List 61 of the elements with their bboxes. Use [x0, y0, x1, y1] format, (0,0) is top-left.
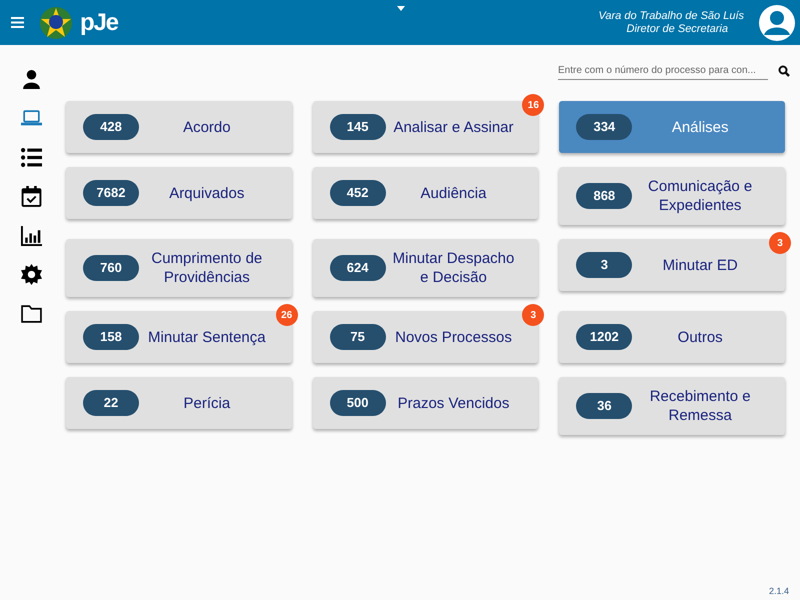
count-pill: 3: [576, 252, 632, 278]
card-label: Audiência: [420, 184, 488, 202]
person-icon[interactable]: [20, 69, 42, 90]
count-pill: 624: [330, 255, 386, 281]
emblem-drawing: [38, 4, 74, 40]
notification-badge: 26: [276, 304, 298, 326]
avatar-icon[interactable]: [758, 4, 796, 42]
search-field[interactable]: Entre com o número do processo para con...: [558, 62, 768, 80]
bar-chart-icon[interactable]: [20, 225, 42, 246]
count-pill: 75: [330, 324, 386, 350]
court-name: Vara do Trabalho de São Luís: [598, 10, 744, 22]
notification-badge: 3: [522, 304, 544, 326]
card-label: Minutar ED: [662, 256, 739, 274]
card-label: Análises: [670, 118, 730, 136]
category-card[interactable]: 1202 Outros: [559, 311, 785, 363]
category-card[interactable]: 624 Minutar Despacho e Decisão: [312, 239, 538, 297]
folder-icon[interactable]: [20, 303, 42, 324]
category-card[interactable]: 760 Cumprimento de Providências: [66, 239, 292, 297]
version-label: 2.1.4: [768, 584, 789, 598]
user-role: Diretor de Secretaria: [626, 22, 728, 36]
card-label: Acordo: [182, 118, 232, 136]
notification-badge: 3: [769, 232, 791, 254]
category-card[interactable]: 452 Audiência: [312, 167, 538, 219]
count-pill: 868: [576, 183, 632, 209]
count-pill: 428: [83, 114, 139, 140]
category-card[interactable]: 868 Comunicação e Expedientes: [559, 167, 785, 225]
category-card[interactable]: 428 Acordo: [66, 101, 292, 153]
card-label: Outros: [676, 328, 724, 346]
settings-icon[interactable]: [20, 264, 42, 285]
notification-badge: 16: [522, 94, 544, 116]
card-label: Novos Processos: [394, 328, 513, 346]
count-pill: 7682: [83, 180, 139, 206]
category-card[interactable]: 500 Prazos Vencidos: [312, 377, 538, 429]
count-pill: 145: [330, 114, 386, 140]
card-label: Recebimento e Remessa: [648, 387, 752, 425]
count-pill: 500: [330, 390, 386, 416]
card-label: Cumprimento de Providências: [150, 249, 264, 287]
category-card[interactable]: 334 Análises: [559, 101, 785, 153]
list-icon[interactable]: [20, 147, 42, 168]
card-label: Minutar Despacho e Decisão: [392, 249, 516, 287]
category-card[interactable]: 22 Perícia: [66, 377, 292, 429]
count-pill: 158: [83, 324, 139, 350]
card-label: Arquivados: [168, 184, 246, 202]
count-pill: 760: [83, 255, 139, 281]
card-label: Prazos Vencidos: [396, 394, 510, 412]
logo: pJe: [80, 10, 118, 34]
calendar-icon[interactable]: [20, 186, 42, 207]
count-pill: 36: [576, 393, 632, 419]
card-label: Comunicação e Expedientes: [647, 177, 754, 215]
category-card[interactable]: 7682 Arquivados: [66, 167, 292, 219]
count-pill: 1202: [576, 324, 632, 350]
count-pill: 334: [576, 114, 632, 140]
card-label: Perícia: [182, 394, 232, 412]
search-icon[interactable]: [778, 65, 790, 77]
card-label: Analisar e Assinar: [392, 118, 515, 136]
category-card[interactable]: 36 Recebimento e Remessa: [559, 377, 785, 435]
card-label: Minutar Sentença: [147, 328, 267, 346]
menu-icon[interactable]: [11, 17, 24, 28]
count-pill: 22: [83, 390, 139, 416]
count-pill: 452: [330, 180, 386, 206]
caret-icon[interactable]: [397, 6, 405, 11]
